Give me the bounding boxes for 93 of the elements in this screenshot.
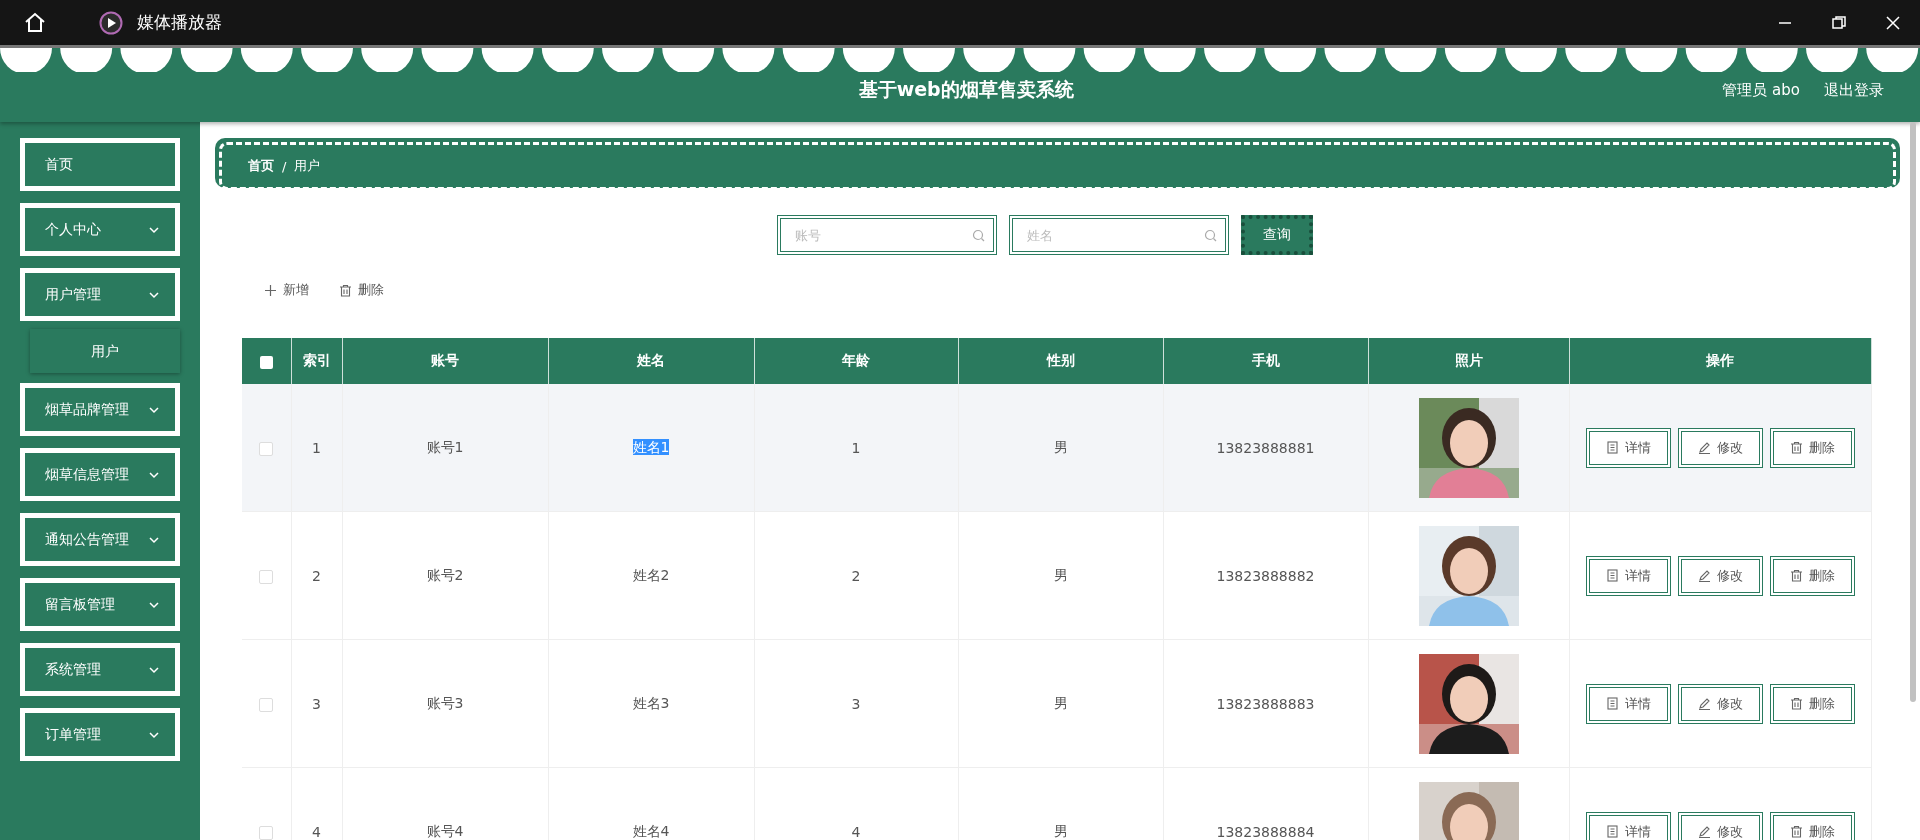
- column-header: 手机: [1163, 338, 1368, 384]
- pencil-icon: [1697, 825, 1711, 838]
- sidebar-item[interactable]: 首页: [20, 138, 180, 191]
- table-cell: 13823888881: [1216, 439, 1315, 456]
- search-icon: [972, 228, 985, 242]
- table-cell: 男: [1053, 822, 1068, 839]
- pencil-icon: [1697, 569, 1711, 582]
- column-header: 照片: [1368, 338, 1569, 384]
- trash-icon: [1789, 441, 1803, 454]
- delete-button[interactable]: 删除: [335, 277, 388, 303]
- table-cell: 4: [851, 823, 861, 840]
- select-all-checkbox[interactable]: [259, 355, 273, 369]
- table-cell: 13823888883: [1216, 695, 1315, 712]
- sidebar-item[interactable]: 烟草信息管理: [20, 448, 180, 501]
- table-cell: 4: [312, 823, 321, 840]
- table-cell: 1: [312, 439, 321, 456]
- sidebar-item[interactable]: 用户管理: [20, 268, 180, 321]
- user-label: 管理员 abo: [1722, 80, 1800, 100]
- row-checkbox[interactable]: [259, 825, 274, 840]
- table-cell: 3: [851, 695, 861, 712]
- table-cell: 13823888884: [1216, 823, 1315, 840]
- delete-button[interactable]: 删除: [1769, 811, 1855, 840]
- search-field[interactable]: 姓名: [1009, 215, 1229, 255]
- document-icon: [1605, 569, 1619, 582]
- column-header: 索引: [291, 338, 342, 384]
- detail-button[interactable]: 详情: [1585, 683, 1671, 724]
- sidebar-item[interactable]: 通知公告管理: [20, 513, 180, 566]
- column-header: 操作: [1569, 338, 1871, 384]
- system-title: 基于web的烟草售卖系统: [857, 77, 1075, 102]
- table-cell: 3: [312, 695, 321, 712]
- play-icon: [99, 10, 123, 35]
- restore-icon[interactable]: [1831, 14, 1847, 31]
- query-button[interactable]: 查询: [1241, 215, 1313, 255]
- table-cell: 账号3: [426, 694, 464, 711]
- edit-button[interactable]: 修改: [1677, 811, 1763, 840]
- table-cell: 男: [1053, 438, 1068, 455]
- scrollbar[interactable]: [1910, 122, 1916, 702]
- column-header: 性别: [958, 338, 1163, 384]
- search-icon: [1204, 228, 1217, 242]
- table-cell: 2: [312, 567, 321, 584]
- delete-button[interactable]: 删除: [1769, 683, 1855, 724]
- document-icon: [1605, 697, 1619, 710]
- logout-link[interactable]: 退出登录: [1824, 80, 1884, 100]
- delete-button[interactable]: 删除: [1769, 555, 1855, 596]
- table-cell: 2: [851, 567, 861, 584]
- table-cell: 姓名3: [632, 694, 670, 711]
- search-input[interactable]: 账号: [793, 226, 972, 244]
- table-cell: 姓名2: [632, 566, 670, 583]
- plus-icon: [264, 283, 277, 297]
- edit-button[interactable]: 修改: [1677, 427, 1763, 468]
- table-cell: 男: [1053, 566, 1068, 583]
- window-title: 媒体播放器: [137, 11, 222, 34]
- trash-icon: [1789, 569, 1803, 582]
- detail-button[interactable]: 详情: [1585, 555, 1671, 596]
- add-button[interactable]: 新增: [260, 277, 313, 303]
- breadcrumb-link[interactable]: 首页: [248, 157, 274, 175]
- edit-button[interactable]: 修改: [1677, 683, 1763, 724]
- sidebar-item[interactable]: 烟草品牌管理: [20, 383, 180, 436]
- column-header: 姓名: [548, 338, 754, 384]
- table-cell: 男: [1053, 694, 1068, 711]
- document-icon: [1605, 825, 1619, 838]
- breadcrumb-separator: /: [282, 158, 287, 174]
- trash-icon: [339, 283, 352, 297]
- sidebar-item[interactable]: 订单管理: [20, 708, 180, 761]
- row-checkbox[interactable]: [259, 697, 274, 712]
- pencil-icon: [1697, 441, 1711, 454]
- table-cell: 1: [851, 439, 861, 456]
- table-cell: 账号1: [426, 438, 464, 455]
- edit-button[interactable]: 修改: [1677, 555, 1763, 596]
- document-icon: [1605, 441, 1619, 454]
- table-cell: 账号2: [426, 566, 464, 583]
- home-icon[interactable]: [23, 10, 47, 35]
- search-input[interactable]: 姓名: [1025, 226, 1204, 244]
- close-icon[interactable]: [1885, 14, 1901, 31]
- search-field[interactable]: 账号: [777, 215, 997, 255]
- detail-button[interactable]: 详情: [1585, 811, 1671, 840]
- sidebar-item[interactable]: 系统管理: [20, 643, 180, 696]
- row-checkbox[interactable]: [259, 569, 274, 584]
- column-header: 年龄: [754, 338, 958, 384]
- submenu-item[interactable]: 用户: [30, 329, 180, 373]
- delete-button[interactable]: 删除: [1769, 427, 1855, 468]
- table-cell: 13823888882: [1216, 567, 1315, 584]
- column-header: 账号: [342, 338, 548, 384]
- sidebar-item[interactable]: 个人中心: [20, 203, 180, 256]
- table-cell: 姓名4: [632, 822, 670, 839]
- pencil-icon: [1697, 697, 1711, 710]
- sidebar-item[interactable]: 留言板管理: [20, 578, 180, 631]
- detail-button[interactable]: 详情: [1585, 427, 1671, 468]
- trash-icon: [1789, 825, 1803, 838]
- row-checkbox[interactable]: [259, 441, 274, 456]
- table-cell: 账号4: [426, 822, 464, 839]
- trash-icon: [1789, 697, 1803, 710]
- table-cell: 姓名1: [632, 438, 670, 455]
